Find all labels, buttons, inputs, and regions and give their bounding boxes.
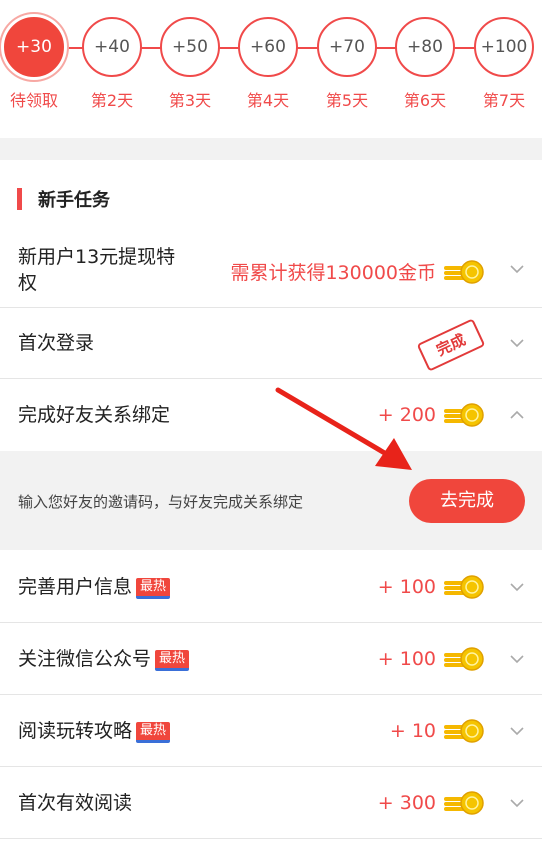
task-title-text: 完善用户信息	[18, 576, 133, 598]
task-reward-text: + 100	[377, 648, 436, 670]
checkin-day-points: +50	[160, 17, 220, 77]
checkin-day-points: +70	[317, 17, 377, 77]
checkin-day-2[interactable]: +40 第2天	[77, 17, 147, 111]
task-page: +30 待领取 +40 第2天 +50 第3天 +60 第4天 +70 第5天 …	[0, 0, 542, 842]
task-reward-group: + 10	[390, 719, 484, 743]
task-title: 阅读玩转攻略 最热	[18, 718, 171, 744]
checkin-day-points: +40	[82, 17, 142, 77]
checkin-day-1[interactable]: +30 待领取	[0, 17, 69, 111]
checkin-day-points: +60	[238, 17, 298, 77]
task-reward-group: + 300	[378, 791, 484, 815]
task-reward-group: + 200	[378, 403, 484, 427]
checkin-day-label: 第2天	[90, 91, 134, 110]
task-title-text: 关注微信公众号	[18, 648, 152, 670]
task-reward-text: 需累计获得130000金币	[230, 262, 436, 284]
completed-stamp: 完成	[416, 318, 486, 372]
checkin-day-6[interactable]: +80 第6天	[390, 17, 460, 111]
daily-checkin-strip: +30 待领取 +40 第2天 +50 第3天 +60 第4天 +70 第5天 …	[0, 0, 542, 138]
checkin-day-label: 第6天	[403, 91, 447, 110]
task-row-user-info[interactable]: 完善用户信息 最热 + 100	[0, 550, 542, 623]
checkin-day-7[interactable]: +100 第7天	[469, 17, 539, 111]
task-reward-text: + 10	[389, 720, 436, 742]
task-reward-group: 需累计获得130000金币	[230, 258, 484, 285]
task-row-withdraw-privilege[interactable]: 新用户13元提现特 权 需累计获得130000金币	[0, 230, 542, 308]
task-detail-text: 输入您好友的邀请码，与好友完成关系绑定	[18, 493, 304, 511]
checkin-day-label: 第7天	[482, 91, 526, 110]
chevron-down-icon[interactable]	[510, 796, 524, 810]
chevron-down-icon[interactable]	[510, 652, 524, 666]
checkin-day-3[interactable]: +50 第3天	[155, 17, 225, 111]
section-accent-bar	[17, 188, 22, 210]
task-title-line: 权	[18, 272, 38, 294]
coin-stack-icon	[444, 403, 484, 427]
coin-stack-icon	[444, 259, 484, 284]
chevron-down-icon[interactable]	[510, 336, 524, 350]
chevron-down-icon[interactable]	[510, 724, 524, 738]
task-row-follow-wechat[interactable]: 关注微信公众号 最热 + 100	[0, 623, 542, 695]
task-title: 关注微信公众号 最热	[18, 646, 190, 672]
hot-badge: 最热	[136, 722, 171, 743]
section-divider	[0, 138, 542, 160]
coin-stack-icon	[444, 575, 484, 599]
task-row-first-read[interactable]: 首次有效阅读 + 300	[0, 767, 542, 839]
checkin-day-label: 第5天	[325, 91, 369, 110]
task-title: 完善用户信息 最热	[18, 574, 171, 600]
section-title: 新手任务	[38, 190, 110, 211]
task-reward-text: + 300	[377, 792, 436, 814]
task-row-bind-friend[interactable]: 完成好友关系绑定 + 200	[0, 379, 542, 451]
checkin-day-points: +100	[474, 17, 534, 77]
chevron-up-icon[interactable]	[510, 408, 524, 422]
checkin-day-4[interactable]: +60 第4天	[233, 17, 303, 111]
checkin-day-points: +30	[4, 17, 64, 77]
task-row-first-login[interactable]: 首次登录 完成	[0, 308, 542, 379]
task-title: 首次登录	[18, 332, 95, 354]
checkin-day-label: 待领取	[9, 91, 58, 110]
coin-stack-icon	[444, 647, 484, 671]
task-reward-text: + 100	[377, 576, 436, 598]
checkin-day-label: 第3天	[168, 91, 212, 110]
coin-stack-icon	[444, 791, 484, 815]
task-reward-group: + 100	[378, 647, 484, 671]
task-title-line: 新用户13元提现特	[18, 246, 176, 268]
task-reward-group: + 100	[378, 575, 484, 599]
task-title: 新用户13元提现特 权	[18, 244, 175, 296]
chevron-down-icon[interactable]	[510, 262, 524, 276]
task-title: 首次有效阅读	[18, 792, 133, 814]
task-reward-text: + 200	[377, 404, 436, 426]
go-complete-button[interactable]: 去完成	[409, 479, 525, 523]
hot-badge: 最热	[136, 578, 171, 599]
task-detail-panel: 输入您好友的邀请码，与好友完成关系绑定 去完成	[0, 451, 542, 550]
checkin-day-label: 第4天	[246, 91, 290, 110]
checkin-day-5[interactable]: +70 第5天	[312, 17, 382, 111]
checkin-day-points: +80	[395, 17, 455, 77]
task-title-text: 阅读玩转攻略	[18, 720, 133, 742]
chevron-down-icon[interactable]	[510, 580, 524, 594]
coin-stack-icon	[444, 719, 484, 743]
hot-badge: 最热	[155, 650, 190, 671]
task-title: 完成好友关系绑定	[18, 404, 171, 426]
section-header: 新手任务	[0, 160, 542, 230]
task-row-read-guide[interactable]: 阅读玩转攻略 最热 + 10	[0, 695, 542, 767]
